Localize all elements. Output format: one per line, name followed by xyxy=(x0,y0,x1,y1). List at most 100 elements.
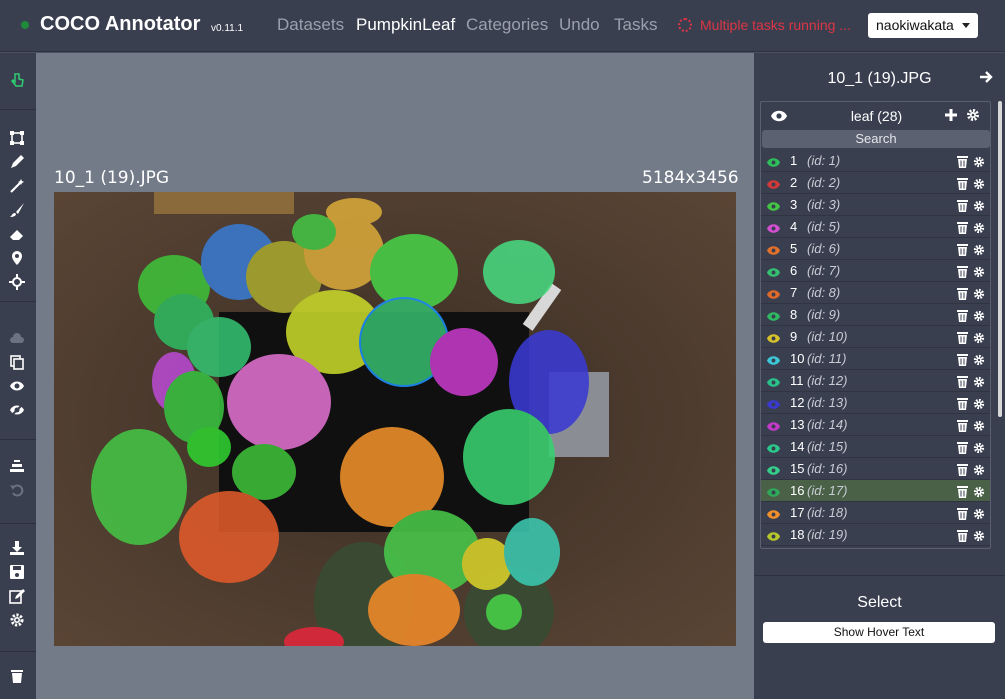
annotated-image[interactable] xyxy=(54,192,736,646)
annotation-row[interactable]: 2 (id: 2) xyxy=(761,172,990,195)
eye-icon[interactable] xyxy=(767,331,780,343)
eye-icon[interactable] xyxy=(767,155,780,167)
eye-icon[interactable] xyxy=(767,243,780,255)
gear-icon[interactable] xyxy=(973,485,985,503)
annotation-row[interactable]: 8 (id: 9) xyxy=(761,304,990,327)
category-header[interactable]: leaf (28) xyxy=(761,102,990,129)
gear-icon[interactable] xyxy=(973,309,985,327)
gear-icon[interactable] xyxy=(973,463,985,481)
nav-undo[interactable]: Undo xyxy=(559,15,600,35)
eye-icon[interactable] xyxy=(767,375,780,387)
annotation-row[interactable]: 12 (id: 13) xyxy=(761,392,990,415)
undo-icon[interactable] xyxy=(7,481,27,499)
trash-icon[interactable] xyxy=(957,287,968,305)
eraser-icon[interactable] xyxy=(7,225,27,243)
nav-categories[interactable]: Categories xyxy=(466,15,548,35)
magic-wand-icon[interactable] xyxy=(7,177,27,195)
nav-pumpkinleaf[interactable]: PumpkinLeaf xyxy=(356,15,455,35)
trash-icon[interactable] xyxy=(957,221,968,239)
annotation-row[interactable]: 5 (id: 6) xyxy=(761,238,990,261)
show-hover-text-button[interactable]: Show Hover Text xyxy=(763,622,995,643)
gear-icon[interactable] xyxy=(973,287,985,305)
gear-icon[interactable] xyxy=(973,155,985,173)
annotation-row[interactable]: 3 (id: 3) xyxy=(761,194,990,217)
annotation-row[interactable]: 13 (id: 14) xyxy=(761,414,990,437)
eye-icon[interactable] xyxy=(767,265,780,277)
eye-icon[interactable] xyxy=(767,177,780,189)
annotation-row[interactable]: 11 (id: 12) xyxy=(761,370,990,393)
annotation-row[interactable]: 17 (id: 18) xyxy=(761,502,990,525)
eye-icon[interactable] xyxy=(767,419,780,431)
gear-icon[interactable] xyxy=(973,199,985,217)
settings-icon[interactable] xyxy=(7,611,27,629)
annotation-row[interactable]: 14 (id: 15) xyxy=(761,436,990,459)
eye-icon[interactable] xyxy=(767,221,780,233)
annotation-row[interactable]: 9 (id: 10) xyxy=(761,326,990,349)
annotation-row[interactable]: 19(id: 20) xyxy=(761,546,990,548)
nav-tasks[interactable]: Tasks xyxy=(614,15,657,35)
gear-icon[interactable] xyxy=(966,108,980,127)
annotation-row[interactable]: 10 (id: 11) xyxy=(761,348,990,371)
trash-icon[interactable] xyxy=(957,485,968,503)
gear-icon[interactable] xyxy=(973,243,985,261)
eye-icon[interactable] xyxy=(767,463,780,475)
annotation-row[interactable]: 1 (id: 1) xyxy=(761,150,990,173)
gear-icon[interactable] xyxy=(973,265,985,283)
brush-icon[interactable] xyxy=(7,201,27,219)
trash-icon[interactable] xyxy=(957,243,968,261)
nav-datasets[interactable]: Datasets xyxy=(277,15,344,35)
trash-icon[interactable] xyxy=(957,265,968,283)
trash-icon[interactable] xyxy=(957,155,968,173)
download-icon[interactable] xyxy=(7,539,27,557)
keypoint-icon[interactable] xyxy=(7,249,27,267)
annotation-row[interactable]: 15 (id: 16) xyxy=(761,458,990,481)
trash-icon[interactable] xyxy=(957,177,968,195)
select-icon[interactable] xyxy=(7,71,27,89)
trash-icon[interactable] xyxy=(957,507,968,525)
edit-icon[interactable] xyxy=(7,587,27,605)
eye-icon[interactable] xyxy=(767,441,780,453)
eye-icon[interactable] xyxy=(767,507,780,519)
trash-icon[interactable] xyxy=(957,331,968,349)
trash-icon[interactable] xyxy=(957,419,968,437)
annotation-row[interactable]: 4 (id: 5) xyxy=(761,216,990,239)
delete-icon[interactable] xyxy=(7,667,27,685)
gear-icon[interactable] xyxy=(973,529,985,547)
eye-icon[interactable] xyxy=(767,287,780,299)
trash-icon[interactable] xyxy=(957,353,968,371)
hide-all-icon[interactable] xyxy=(7,401,27,419)
annotation-row[interactable]: 18 (id: 19) xyxy=(761,524,990,547)
task-status[interactable]: Multiple tasks running ... xyxy=(700,17,851,33)
trash-icon[interactable] xyxy=(957,375,968,393)
app-title[interactable]: COCO Annotator xyxy=(40,13,200,36)
plus-icon[interactable] xyxy=(944,108,958,127)
eye-icon[interactable] xyxy=(767,529,780,541)
eye-icon[interactable] xyxy=(767,309,780,321)
user-dropdown[interactable]: naokiwakata xyxy=(868,13,978,38)
copy-icon[interactable] xyxy=(7,353,27,371)
gear-icon[interactable] xyxy=(973,441,985,459)
upload-cloud-icon[interactable] xyxy=(7,329,27,347)
polygon-icon[interactable] xyxy=(7,153,27,171)
gear-icon[interactable] xyxy=(973,507,985,525)
eye-icon[interactable] xyxy=(767,199,780,211)
trash-icon[interactable] xyxy=(957,529,968,547)
annotation-row[interactable]: 6 (id: 7) xyxy=(761,260,990,283)
gear-icon[interactable] xyxy=(973,375,985,393)
gear-icon[interactable] xyxy=(973,221,985,239)
eye-icon[interactable] xyxy=(767,485,780,497)
gear-icon[interactable] xyxy=(973,397,985,415)
center-icon[interactable] xyxy=(7,457,27,475)
eye-icon[interactable] xyxy=(767,353,780,365)
trash-icon[interactable] xyxy=(957,309,968,327)
save-icon[interactable] xyxy=(7,563,27,581)
gear-icon[interactable] xyxy=(973,353,985,371)
trash-icon[interactable] xyxy=(957,441,968,459)
gear-icon[interactable] xyxy=(973,331,985,349)
trash-icon[interactable] xyxy=(957,397,968,415)
trash-icon[interactable] xyxy=(957,463,968,481)
gear-icon[interactable] xyxy=(973,419,985,437)
scrollbar[interactable] xyxy=(998,101,1002,417)
annotation-row[interactable]: 7 (id: 8) xyxy=(761,282,990,305)
show-all-icon[interactable] xyxy=(7,377,27,395)
